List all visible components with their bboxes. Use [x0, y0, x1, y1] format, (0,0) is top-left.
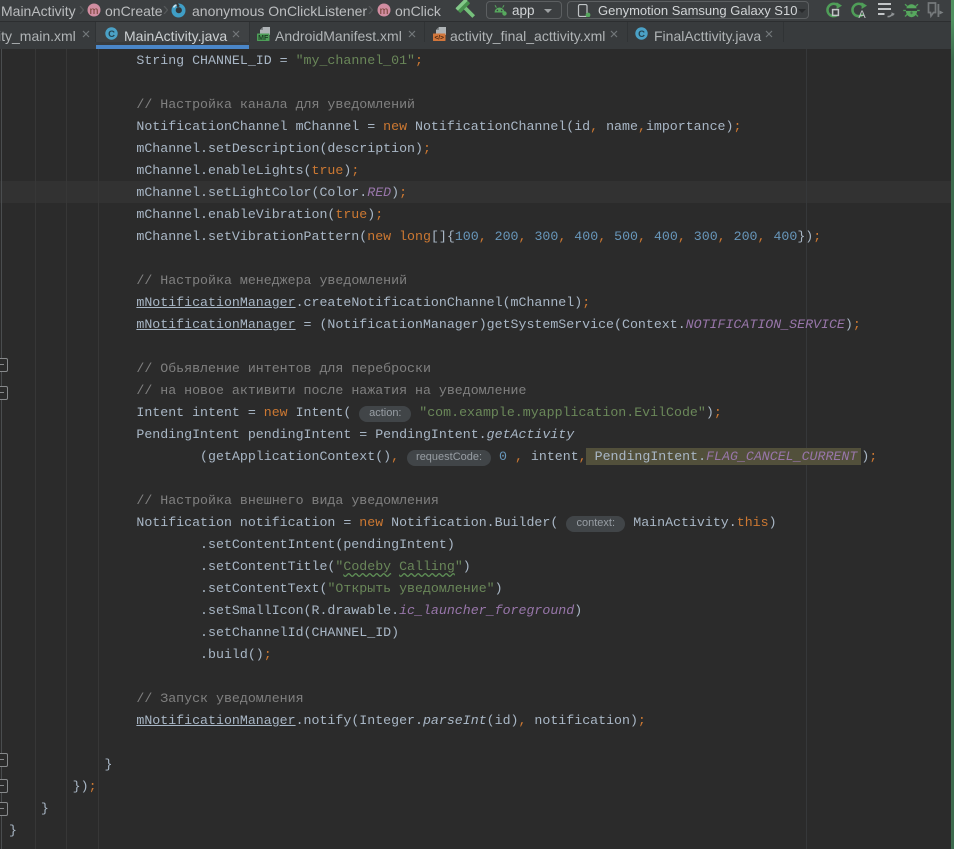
- svg-text:C: C: [638, 29, 645, 40]
- svg-text:m: m: [90, 5, 99, 17]
- svg-text:C: C: [108, 29, 115, 40]
- svg-text:</>: </>: [434, 35, 444, 42]
- svg-text:MF: MF: [258, 35, 269, 42]
- svg-text:m: m: [380, 5, 389, 17]
- svg-text:A: A: [858, 9, 866, 19]
